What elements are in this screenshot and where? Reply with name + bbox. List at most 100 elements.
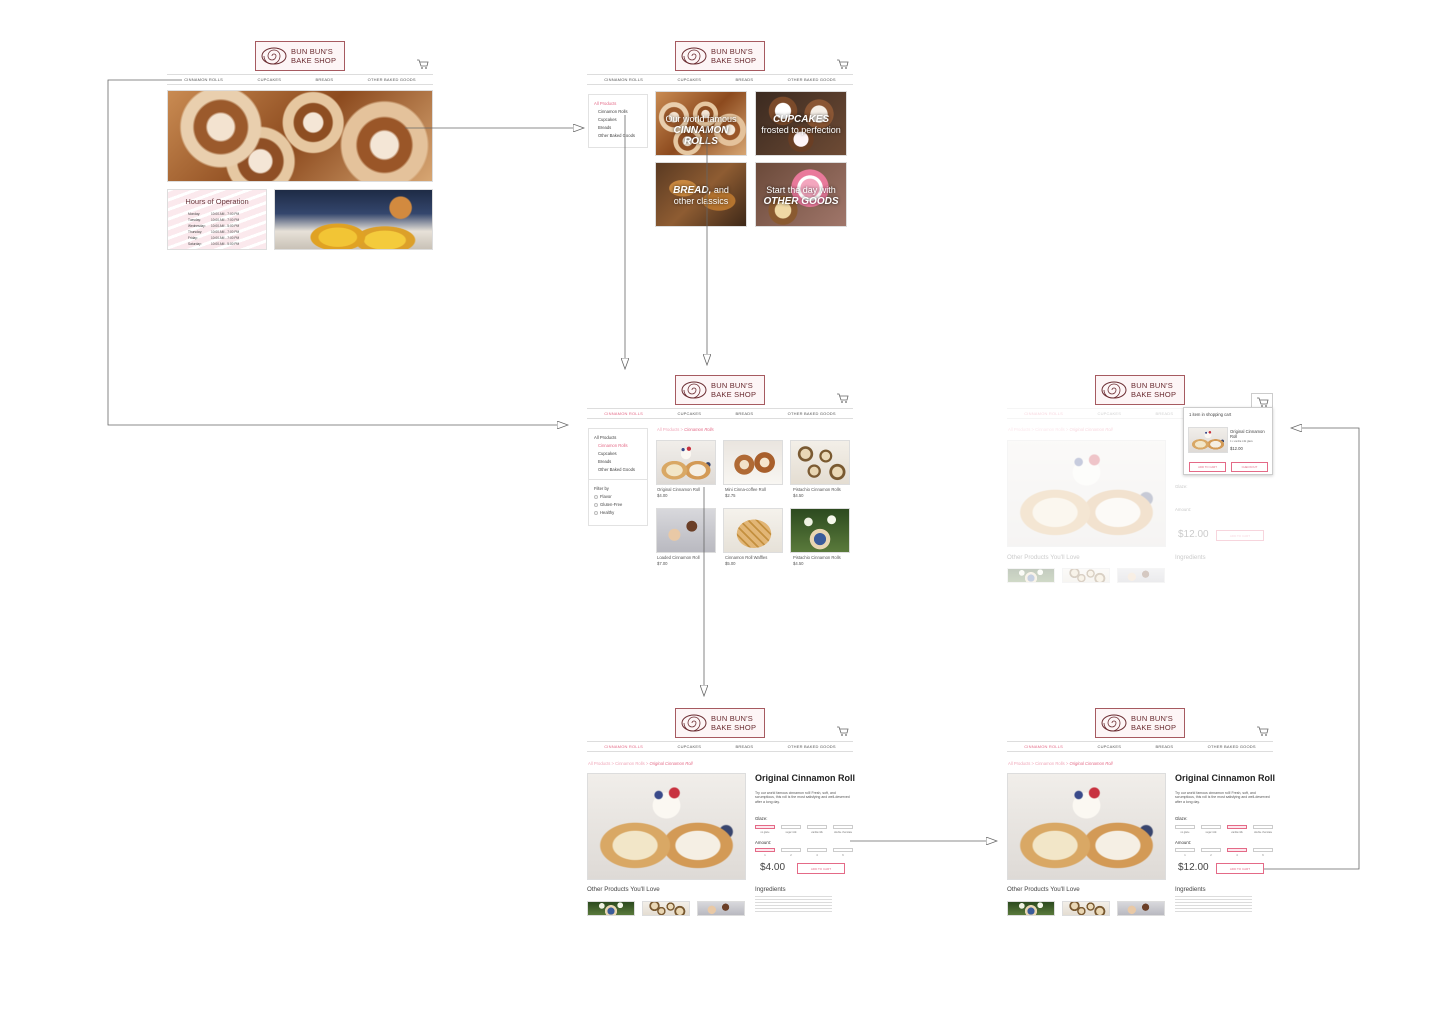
add-to-cart-button[interactable]: ADD TO CART [797,863,845,874]
related-product-image[interactable] [1007,568,1055,583]
nav-breads[interactable]: BREADS [316,77,334,82]
glaze-option[interactable] [781,825,801,829]
crumb-all[interactable]: All Products [1008,427,1030,432]
product-card[interactable]: Cinnamon Roll Waffles $5.00 [725,555,767,567]
glaze-option[interactable] [1201,825,1221,829]
cart-icon[interactable] [417,59,429,70]
product-card[interactable]: Pistachio Cinnamon Rolls $4.50 [793,555,841,567]
nav-breads[interactable]: BREADS [1156,411,1174,416]
category-tile-other[interactable]: Start the day with OTHER GOODS [755,162,847,227]
nav-cupcakes[interactable]: CUPCAKES [677,411,701,416]
glaze-option[interactable] [833,825,853,829]
crumb-all[interactable]: All Products [657,427,679,432]
logo[interactable]: BUN BUN'S BAKE SHOP [1095,708,1185,738]
product-card[interactable]: Original Cinnamon Roll $4.00 [657,487,700,499]
nav-other-baked-goods[interactable]: OTHER BAKED GOODS [788,744,836,749]
filter-checkbox[interactable] [594,502,598,507]
filter-healthy[interactable]: Healthy [594,509,642,517]
nav-other-baked-goods[interactable]: OTHER BAKED GOODS [788,77,836,82]
nav-other-baked-goods[interactable]: OTHER BAKED GOODS [368,77,416,82]
related-product-image[interactable] [1062,901,1110,916]
category-tile-cupcakes[interactable]: CUPCAKES frosted to perfection [755,91,847,156]
crumb-cat[interactable]: Cinnamon Rolls [1035,427,1065,432]
product-card[interactable]: Pistachio Cinnamon Rolls $4.50 [793,487,841,499]
product-card-image[interactable] [656,508,716,553]
cart-icon[interactable] [837,59,849,70]
sidebar-item-cupcakes[interactable]: Cupcakes [594,450,642,458]
related-product-image[interactable] [1117,568,1165,583]
amount-option[interactable] [1227,848,1247,852]
filter-checkbox[interactable] [594,494,598,499]
checkout-button[interactable]: CHECKOUT [1231,462,1268,472]
product-card-image[interactable] [656,440,716,485]
sidebar-all-products[interactable]: All Products [594,434,642,442]
glaze-option[interactable] [1253,825,1273,829]
glaze-option[interactable] [755,825,775,829]
nav-breads[interactable]: BREADS [736,411,754,416]
filter-checkbox[interactable] [594,510,598,515]
nav-cupcakes[interactable]: CUPCAKES [677,744,701,749]
amount-option[interactable] [1201,848,1221,852]
filter-flavor[interactable]: Flavor [594,493,642,501]
nav-cupcakes[interactable]: CUPCAKES [1097,744,1121,749]
nav-cupcakes[interactable]: CUPCAKES [257,77,281,82]
sidebar-item-cupcakes[interactable]: Cupcakes [594,116,642,124]
product-card[interactable]: Mini Cinna-coffee Roll $2.75 [725,487,766,499]
cart-icon[interactable] [1257,726,1269,737]
glaze-option[interactable] [1175,825,1195,829]
product-card-image[interactable] [790,440,850,485]
nav-cupcakes[interactable]: CUPCAKES [677,77,701,82]
amount-option[interactable] [833,848,853,852]
logo[interactable]: BUN BUN'S BAKE SHOP [675,375,765,405]
crumb-all[interactable]: All Products [588,761,610,766]
related-product-image[interactable] [1007,901,1055,916]
logo[interactable]: BUN BUN'S BAKE SHOP [1095,375,1185,405]
related-product-image[interactable] [642,901,690,916]
nav-cinnamon-rolls[interactable]: CINNAMON ROLLS [604,744,643,749]
nav-cinnamon-rolls[interactable]: CINNAMON ROLLS [604,77,643,82]
logo[interactable]: BUN BUN'S BAKE SHOP [255,41,345,71]
sidebar-all-products[interactable]: All Products [594,100,642,108]
nav-breads[interactable]: BREADS [736,77,754,82]
nav-other-baked-goods[interactable]: OTHER BAKED GOODS [788,411,836,416]
related-product-image[interactable] [1117,901,1165,916]
product-card-image[interactable] [723,440,783,485]
sidebar-item-other-baked-goods[interactable]: Other Baked Goods [594,132,642,140]
related-product-image[interactable] [1062,568,1110,583]
sidebar-item-cinnamon-rolls[interactable]: Cinnamon Rolls [594,442,642,450]
crumb-all[interactable]: All Products [1008,761,1030,766]
nav-cinnamon-rolls[interactable]: CINNAMON ROLLS [1024,744,1063,749]
popup-add-to-cart-button[interactable]: ADD TO CART [1189,462,1226,472]
category-tile-bread[interactable]: BREAD, and other classics [655,162,747,227]
glaze-option[interactable] [807,825,827,829]
crumb-cat[interactable]: Cinnamon Rolls [615,761,645,766]
logo[interactable]: BUN BUN'S BAKE SHOP [675,708,765,738]
product-card-image[interactable] [723,508,783,553]
amount-option[interactable] [1253,848,1273,852]
glaze-option[interactable] [1227,825,1247,829]
amount-option[interactable] [781,848,801,852]
sidebar-item-breads[interactable]: Breads [594,458,642,466]
hero-image[interactable] [167,90,433,182]
related-product-image[interactable] [697,901,745,916]
amount-option[interactable] [807,848,827,852]
filter-gluten-free[interactable]: Gluten-Free [594,501,642,509]
amount-option[interactable] [1175,848,1195,852]
nav-cinnamon-rolls[interactable]: CINNAMON ROLLS [1024,411,1063,416]
logo[interactable]: BUN BUN'S BAKE SHOP [675,41,765,71]
amount-option[interactable] [755,848,775,852]
add-to-cart-button[interactable]: ADD TO CART [1216,863,1264,874]
nav-breads[interactable]: BREADS [1156,744,1174,749]
category-tile-rolls[interactable]: Our world famous CINNAMON ROLLS [655,91,747,156]
nav-cinnamon-rolls[interactable]: CINNAMON ROLLS [604,411,643,416]
product-card-image[interactable] [790,508,850,553]
sidebar-item-breads[interactable]: Breads [594,124,642,132]
nav-breads[interactable]: BREADS [736,744,754,749]
nav-cinnamon-rolls[interactable]: CINNAMON ROLLS [184,77,223,82]
sidebar-item-other-baked-goods[interactable]: Other Baked Goods [594,466,642,474]
crumb-cat[interactable]: Cinnamon Rolls [1035,761,1065,766]
cart-icon[interactable] [837,726,849,737]
related-product-image[interactable] [587,901,635,916]
product-card[interactable]: Loaded Cinnamon Roll $7.00 [657,555,700,567]
cart-icon[interactable] [837,393,849,404]
